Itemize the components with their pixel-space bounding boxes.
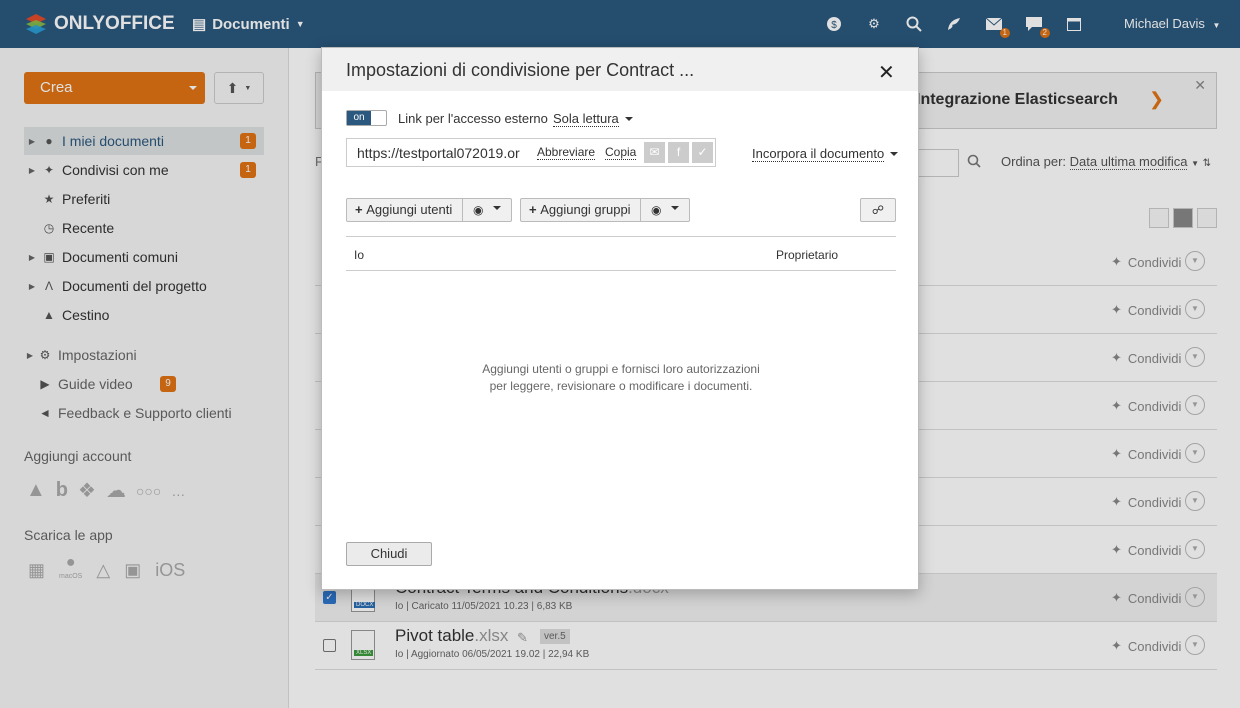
access-rights-dropdown[interactable]: Sola lettura xyxy=(553,111,633,127)
empty-message-line: Aggiungi utenti o gruppi e fornisci loro… xyxy=(482,362,760,376)
add-users-button[interactable]: + Aggiungi utenti ◉ xyxy=(346,198,512,222)
caret-down-icon xyxy=(624,117,633,125)
facebook-icon[interactable]: f xyxy=(668,142,689,163)
owner-name: Io xyxy=(354,248,365,262)
caret-down-icon xyxy=(671,206,680,214)
access-rights-value: Sola lettura xyxy=(553,111,619,127)
email-icon[interactable]: ✉ xyxy=(644,142,665,163)
close-button[interactable]: Chiudi xyxy=(346,542,432,566)
embed-document-dropdown[interactable]: Incorpora il documento xyxy=(752,146,899,162)
empty-share-message: Aggiungi utenti o gruppi e fornisci loro… xyxy=(346,361,896,395)
add-users-label[interactable]: + Aggiungi utenti xyxy=(347,199,463,221)
external-link-toggle[interactable]: on xyxy=(346,110,387,126)
add-groups-text: Aggiungi gruppi xyxy=(540,202,631,217)
eye-icon[interactable]: ◉ xyxy=(641,203,661,217)
caret-down-icon xyxy=(493,206,502,214)
plus-icon: + xyxy=(355,202,367,217)
link-icon: ☍ xyxy=(871,203,885,217)
copy-link-button[interactable]: ☍ xyxy=(860,198,896,222)
share-link-url[interactable]: https://testportal072019.or xyxy=(357,145,533,161)
toggle-state: on xyxy=(347,111,371,125)
twitter-icon[interactable]: ✓ xyxy=(692,142,713,163)
sharing-settings-dialog: Impostazioni di condivisione per Contrac… xyxy=(321,47,919,590)
divider xyxy=(346,270,896,271)
external-link-label: Link per l'accesso esterno xyxy=(398,111,548,126)
caret-down-icon xyxy=(890,152,899,160)
empty-message-line: per leggere, revisionare o modificare i … xyxy=(489,379,753,393)
embed-label: Incorpora il documento xyxy=(752,146,885,162)
owner-role: Proprietario xyxy=(776,248,839,262)
divider xyxy=(346,236,896,237)
add-users-text: Aggiungi utenti xyxy=(366,202,453,217)
add-groups-button[interactable]: + Aggiungi gruppi ◉ xyxy=(520,198,690,222)
dialog-title: Impostazioni di condivisione per Contrac… xyxy=(346,60,695,80)
close-icon[interactable]: ✕ xyxy=(878,60,895,85)
copy-link[interactable]: Copia xyxy=(605,145,637,160)
share-link-field[interactable]: https://testportal072019.or Abbreviare C… xyxy=(346,138,716,167)
shorten-link[interactable]: Abbreviare xyxy=(537,145,596,160)
plus-icon: + xyxy=(529,202,541,217)
eye-icon[interactable]: ◉ xyxy=(463,203,483,217)
add-groups-label[interactable]: + Aggiungi gruppi xyxy=(521,199,641,221)
dialog-header: Impostazioni di condivisione per Contrac… xyxy=(322,48,918,91)
